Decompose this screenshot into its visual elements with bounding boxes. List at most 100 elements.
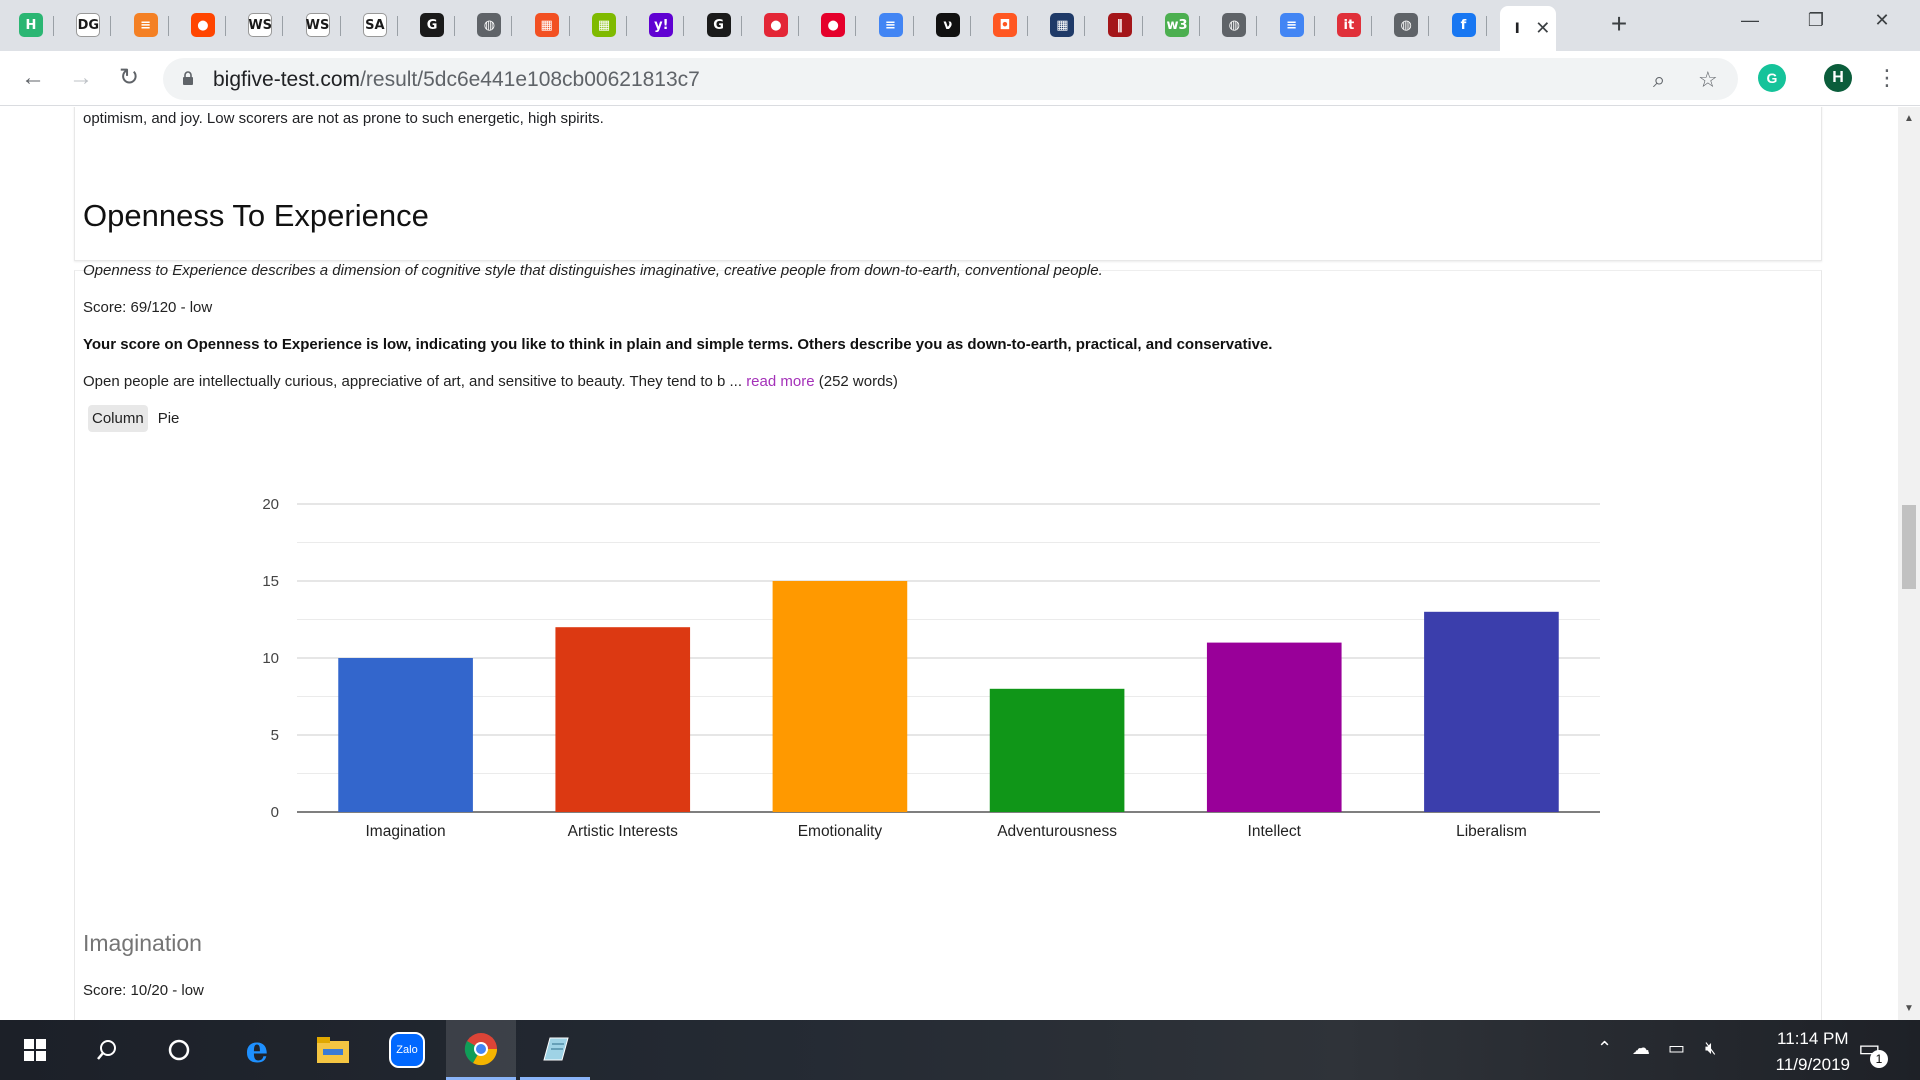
browser-tab[interactable]: ▦ [581, 6, 627, 44]
pie-chart-button[interactable]: Pie [154, 405, 184, 432]
tab-separator [1141, 16, 1143, 36]
bar-emotionality [772, 581, 908, 812]
tab-separator [797, 16, 799, 36]
tab-separator [396, 16, 398, 36]
tab-separator [1027, 16, 1029, 36]
edge-icon[interactable]: e [222, 1020, 292, 1080]
docs-icon: ≡ [878, 13, 903, 37]
system-clock[interactable]: 11:14 PM 11/9/2019 [1776, 1026, 1850, 1078]
browser-tab[interactable]: ≡ [123, 6, 169, 44]
browser-tab-active[interactable]: I ✕ [1499, 6, 1556, 51]
address-bar[interactable]: bigfive-test.com/result/5dc6e441e108cb00… [163, 58, 1738, 100]
g-icon: G [706, 13, 731, 37]
file-explorer-icon[interactable] [298, 1020, 368, 1080]
bookmark-star-icon[interactable]: ☆ [1698, 67, 1718, 93]
notifications-icon[interactable]: ▭ 1 [1858, 1034, 1888, 1068]
tab-separator [855, 16, 857, 36]
clock-time: 11:14 PM [1777, 1029, 1849, 1048]
tab-separator [912, 16, 914, 36]
microsoft-icon: ▦ [534, 13, 559, 37]
browser-tab[interactable]: DG [65, 6, 112, 44]
back-arrow-icon[interactable]: ← [18, 63, 48, 93]
browser-toolbar: ← → ↻ bigfive-test.com/result/5dc6e441e1… [0, 51, 1920, 106]
url-path: /result/5dc6e441e108cb00621813c7 [360, 68, 700, 91]
tray-overflow-chevron-icon[interactable]: ⌃ [1597, 1038, 1612, 1059]
scroll-up-icon[interactable]: ▲ [1904, 113, 1914, 124]
close-tab-icon[interactable]: ✕ [1535, 18, 1550, 39]
browser-tab[interactable]: SA [352, 6, 398, 44]
browser-tab[interactable]: w3 [1154, 6, 1200, 44]
browser-tab[interactable]: it [1326, 6, 1372, 44]
browser-tab[interactable]: ▦ [524, 6, 570, 44]
browser-tab[interactable]: ◍ [1383, 6, 1430, 44]
search-icon[interactable] [72, 1020, 142, 1080]
minimize-icon[interactable]: — [1730, 10, 1770, 34]
y-tick-label: 15 [262, 573, 279, 590]
windows-start-icon[interactable] [0, 1020, 70, 1080]
browser-tab[interactable]: G [696, 6, 742, 44]
tab-separator [53, 16, 54, 36]
browser-tab[interactable]: ● [180, 6, 226, 44]
profile-avatar[interactable]: H [1824, 64, 1852, 92]
battery-icon[interactable]: ▭ [1668, 1038, 1685, 1059]
tab-separator [1256, 16, 1258, 36]
microsoft-icon: ▦ [592, 13, 616, 37]
tab-separator [1428, 16, 1430, 36]
chart-gridlines [297, 503, 1600, 813]
read-more-link[interactable]: read more [746, 373, 814, 390]
browser-tab[interactable]: ▦ [1039, 6, 1086, 44]
scrollbar-thumb[interactable] [1902, 505, 1916, 589]
tab-separator [568, 16, 570, 36]
domain-score: Score: 69/120 - low [83, 299, 213, 316]
notepad-icon[interactable] [520, 1020, 590, 1080]
dg-icon: DG [76, 13, 101, 37]
browser-tab[interactable]: H [8, 6, 54, 44]
y-tick-label: 10 [262, 650, 279, 667]
reddit-icon: ● [190, 13, 215, 37]
browser-tab[interactable]: WS [237, 6, 284, 44]
browser-tab[interactable]: G [409, 6, 456, 44]
browser-tab[interactable]: ≡ [868, 6, 914, 44]
task-view-icon[interactable] [144, 1020, 214, 1080]
reload-icon[interactable]: ↻ [114, 63, 144, 93]
x-tick-label: Intellect [1248, 823, 1302, 840]
bar-imagination [338, 658, 473, 812]
tab-separator [1199, 16, 1200, 36]
zoom-icon[interactable]: ⌕ [1653, 67, 1665, 93]
close-window-icon[interactable]: ✕ [1862, 10, 1902, 34]
browser-tab[interactable]: ● [810, 6, 857, 44]
browser-tab[interactable]: ◍ [466, 6, 513, 44]
globe-icon: ◍ [1394, 13, 1419, 37]
wks-icon: WS [305, 13, 330, 37]
menu-kebab-icon[interactable]: ⋮ [1872, 63, 1902, 93]
browser-tab[interactable]: ν [925, 6, 971, 44]
zalo-label: Zalo [389, 1032, 425, 1068]
volume-muted-icon[interactable]: 🔇︎ [1705, 1038, 1716, 1059]
browser-tab[interactable]: ‖ [1097, 6, 1143, 44]
browser-tab[interactable]: f [1441, 6, 1487, 44]
domain-description: Openness to Experience describes a dimen… [83, 262, 1103, 279]
browser-tab[interactable]: ◘ [982, 6, 1029, 44]
paragraph-text: Open people are intellectually curious, … [83, 373, 726, 390]
grammarly-icon[interactable]: G [1758, 64, 1786, 92]
restore-icon[interactable]: ❐ [1796, 10, 1836, 34]
forward-arrow-icon[interactable]: → [66, 63, 96, 93]
globe-icon: ◍ [1222, 13, 1247, 37]
red-blob-icon: ● [763, 13, 788, 37]
chrome-icon[interactable] [446, 1020, 516, 1080]
h-icon: H [19, 13, 43, 37]
x-tick-label: Adventurousness [997, 823, 1117, 840]
x-tick-label: Liberalism [1456, 823, 1527, 840]
browser-tab[interactable]: y! [638, 6, 685, 44]
tab-separator [683, 16, 685, 36]
zalo-icon[interactable]: Zalo [372, 1020, 442, 1080]
browser-tab[interactable]: WS [295, 6, 341, 44]
column-chart-button[interactable]: Column [88, 404, 148, 432]
onedrive-cloud-icon[interactable]: ☁ [1632, 1038, 1650, 1059]
page-scrollbar[interactable]: ▲ ▼ [1898, 107, 1920, 1020]
scroll-down-icon[interactable]: ▼ [1904, 1003, 1914, 1014]
browser-tab[interactable]: ≡ [1269, 6, 1315, 44]
new-tab-button[interactable]: + [1604, 10, 1634, 40]
browser-tab[interactable]: ◍ [1211, 6, 1258, 44]
browser-tab[interactable]: ● [753, 6, 799, 44]
